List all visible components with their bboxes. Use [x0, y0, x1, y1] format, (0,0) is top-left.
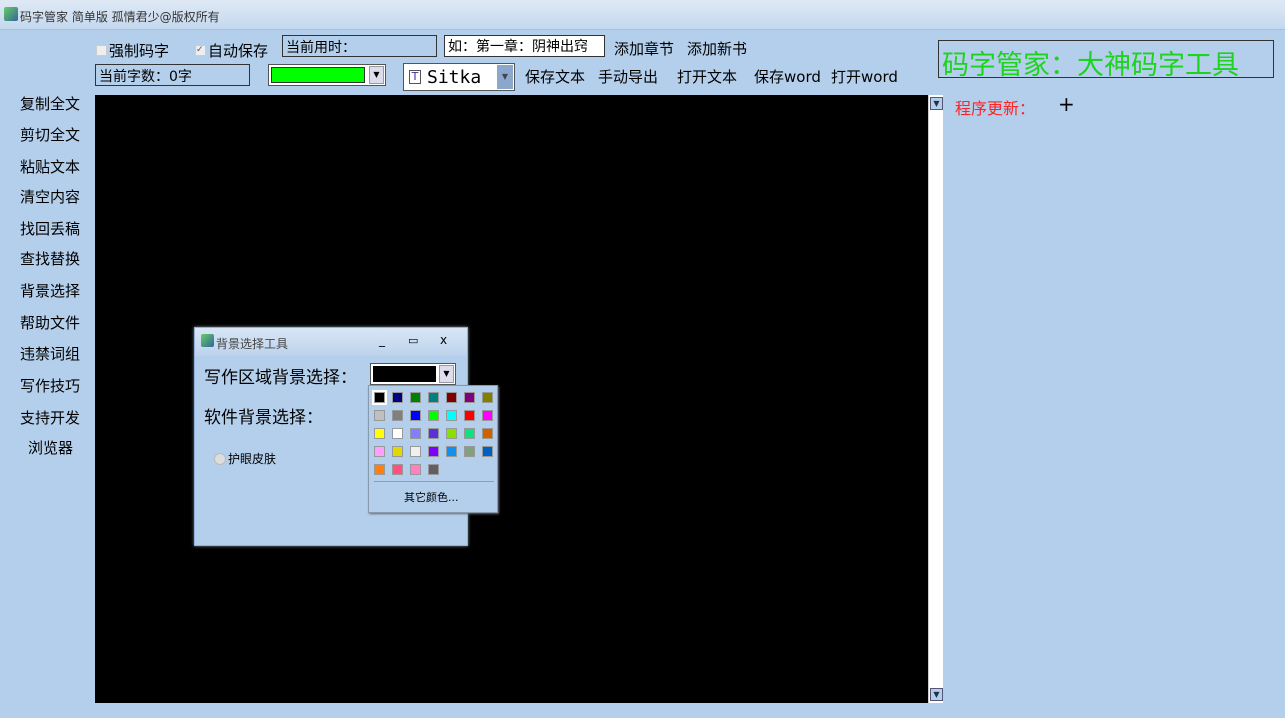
- window-title: 码字管家 简单版 孤情君少@版权所有: [20, 10, 220, 24]
- maximize-button[interactable]: ▭: [408, 334, 418, 347]
- sidebar-item-cut-all[interactable]: 剪切全文: [20, 124, 80, 145]
- sidebar-item-background[interactable]: 背景选择: [20, 280, 80, 301]
- open-text-button[interactable]: 打开文本: [677, 66, 737, 87]
- sidebar-item-browser[interactable]: 浏览器: [28, 437, 73, 458]
- software-bg-label: 软件背景选择：: [204, 408, 323, 428]
- color-swatch-option[interactable]: [482, 428, 493, 439]
- add-chapter-button[interactable]: 添加章节: [614, 38, 674, 59]
- dialog-title-bar: 背景选择工具 _ ▭ x: [195, 328, 467, 356]
- color-swatch-option[interactable]: [464, 410, 475, 421]
- color-swatch-option[interactable]: [374, 410, 385, 421]
- divider: [374, 481, 494, 482]
- more-colors-button[interactable]: 其它颜色...: [404, 489, 459, 505]
- color-swatch: [373, 366, 436, 382]
- force-typing-checkbox[interactable]: 强制码字: [96, 40, 169, 61]
- update-label: 程序更新：: [955, 99, 1036, 118]
- color-swatch-option[interactable]: [464, 446, 475, 457]
- add-book-button[interactable]: 添加新书: [687, 38, 747, 59]
- color-swatch-option[interactable]: [446, 446, 457, 457]
- color-swatch-option[interactable]: [428, 446, 439, 457]
- time-used-display: 当前用时：: [282, 35, 437, 57]
- checkmark-icon: ✓: [195, 45, 206, 56]
- chevron-down-icon: ▼: [439, 365, 454, 383]
- color-swatch-option[interactable]: [446, 428, 457, 439]
- app-icon: [201, 334, 214, 347]
- color-swatch-option[interactable]: [374, 428, 385, 439]
- close-button[interactable]: x: [440, 333, 447, 347]
- color-swatch-option[interactable]: [428, 410, 439, 421]
- color-swatch-option[interactable]: [410, 428, 421, 439]
- color-swatch-option[interactable]: [428, 392, 439, 403]
- text-color-select[interactable]: ▼: [268, 64, 386, 86]
- eye-care-radio[interactable]: 护眼皮肤: [214, 450, 276, 467]
- color-swatch-option[interactable]: [410, 446, 421, 457]
- color-swatch-option[interactable]: [482, 446, 493, 457]
- writing-bg-label: 写作区域背景选择：: [204, 368, 357, 388]
- editor-scrollbar[interactable]: ▼ ▼: [928, 95, 943, 703]
- color-swatch-option[interactable]: [410, 464, 421, 475]
- dialog-title: 背景选择工具: [216, 337, 289, 351]
- color-swatch: [271, 67, 365, 83]
- color-swatch-option[interactable]: [428, 464, 439, 475]
- color-palette-popup: 其它颜色...: [368, 385, 498, 513]
- checkbox-icon: [96, 45, 107, 56]
- color-swatch-option[interactable]: [482, 410, 493, 421]
- brand-banner: 码字管家：大神码字工具: [938, 40, 1274, 81]
- sidebar-item-support[interactable]: 支持开发: [20, 407, 80, 428]
- color-swatch-option[interactable]: [482, 392, 493, 403]
- color-swatch-option[interactable]: [392, 392, 403, 403]
- minimize-button[interactable]: _: [379, 333, 385, 347]
- sidebar-item-banned-words[interactable]: 违禁词组: [20, 343, 80, 364]
- sidebar-item-clear[interactable]: 清空内容: [20, 186, 80, 207]
- chapter-input[interactable]: [444, 35, 605, 57]
- chevron-down-icon: ▼: [369, 66, 384, 84]
- manual-export-button[interactable]: 手动导出: [598, 66, 658, 87]
- sidebar-item-copy-all[interactable]: 复制全文: [20, 93, 80, 114]
- color-swatch-option[interactable]: [464, 428, 475, 439]
- color-swatch-option[interactable]: [372, 390, 387, 405]
- scroll-down-icon[interactable]: ▼: [930, 688, 943, 701]
- update-plus-button[interactable]: +: [1058, 92, 1075, 116]
- color-swatch-option[interactable]: [428, 428, 439, 439]
- chevron-down-icon: ▼: [497, 65, 513, 89]
- color-swatch-option[interactable]: [410, 410, 421, 421]
- color-swatch-option[interactable]: [392, 410, 403, 421]
- color-swatch-option[interactable]: [464, 392, 475, 403]
- open-word-button[interactable]: 打开word: [831, 66, 898, 87]
- save-word-button[interactable]: 保存word: [754, 66, 821, 87]
- sidebar-item-find-replace[interactable]: 查找替换: [20, 248, 80, 269]
- word-count-display: 当前字数：0字: [95, 64, 250, 86]
- writing-bg-select[interactable]: ▼: [370, 363, 456, 385]
- save-text-button[interactable]: 保存文本: [525, 66, 585, 87]
- color-swatch-option[interactable]: [446, 392, 457, 403]
- title-bar: 码字管家 简单版 孤情君少@版权所有: [0, 0, 1285, 30]
- font-select[interactable]: T Sitka ▼: [403, 63, 515, 91]
- color-swatch-option[interactable]: [446, 410, 457, 421]
- font-icon: T: [409, 70, 421, 84]
- sidebar-item-help[interactable]: 帮助文件: [20, 312, 80, 333]
- color-swatch-option[interactable]: [392, 428, 403, 439]
- color-swatch-option[interactable]: [374, 464, 385, 475]
- sidebar-item-writing-tips[interactable]: 写作技巧: [20, 375, 80, 396]
- sidebar-item-paste[interactable]: 粘贴文本: [20, 156, 80, 177]
- color-swatch-option[interactable]: [374, 446, 385, 457]
- app-icon: [4, 7, 18, 21]
- radio-icon: [214, 452, 226, 465]
- color-swatch-option[interactable]: [392, 446, 403, 457]
- color-swatch-option[interactable]: [392, 464, 403, 475]
- auto-save-checkbox[interactable]: ✓ 自动保存: [195, 40, 268, 61]
- color-swatch-option[interactable]: [410, 392, 421, 403]
- sidebar-item-recover[interactable]: 找回丢稿: [20, 218, 80, 239]
- scroll-up-icon[interactable]: ▼: [930, 97, 943, 110]
